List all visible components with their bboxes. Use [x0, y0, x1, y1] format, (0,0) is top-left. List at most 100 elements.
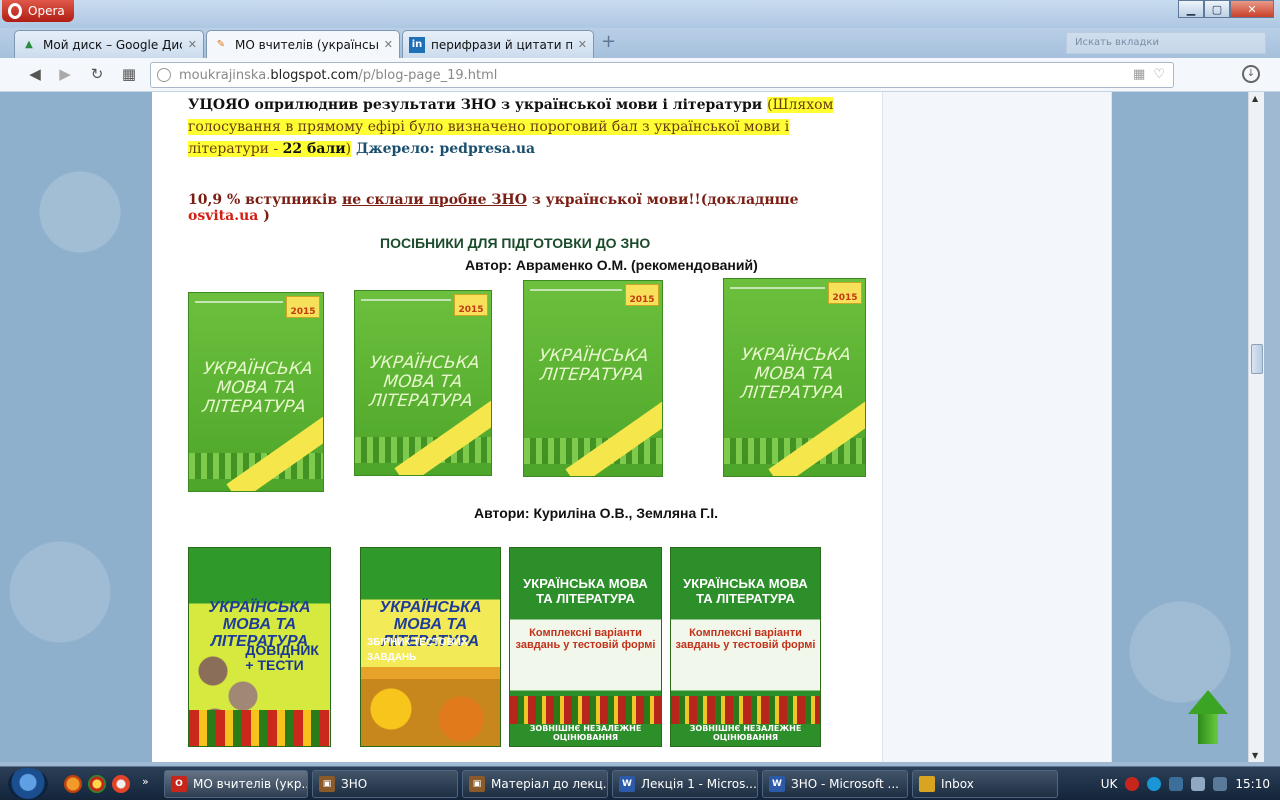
author-heading-1: Автор: Авраменко О.М. (рекомендований) [465, 257, 758, 273]
cover-stripe [565, 394, 662, 476]
cover-stripe [768, 394, 865, 476]
url-path: /p/blog-page_19.html [358, 67, 498, 83]
download-icon[interactable]: ↓ [1242, 65, 1260, 83]
year-badge: 2015 [454, 294, 488, 316]
up-arrow-shaft [1198, 714, 1218, 744]
tab-google-drive[interactable]: ▲ Мой диск – Google Диск ✕ [14, 30, 204, 58]
up-arrow-icon [1188, 690, 1228, 714]
book-subtitle: ЗБІРНИК ТЕСТОВИХ ЗАВДАНЬ [367, 637, 468, 664]
osvita-link[interactable]: osvita.ua [188, 208, 258, 224]
network-icon[interactable] [1169, 777, 1184, 791]
clock[interactable]: 15:10 [1235, 777, 1270, 791]
source-link[interactable]: pedpresa.ua [439, 141, 535, 157]
taskbar-item-label: МО вчителів (укр... [193, 777, 308, 791]
cover-ornament [189, 710, 330, 746]
quicklaunch-more-icon[interactable]: » [142, 775, 149, 788]
taskbar-item-inbox[interactable]: Inbox [912, 770, 1058, 798]
new-tab-button[interactable]: + [601, 33, 619, 52]
close-button[interactable]: ✕ [1230, 0, 1274, 18]
taskbar-item-lecture-word[interactable]: W Лекція 1 - Micros... [612, 770, 758, 798]
scroll-to-top-button[interactable] [1188, 690, 1228, 748]
tab-mo-teachers[interactable]: ✎ МО вчителів (українська, ✕ [206, 30, 400, 58]
speed-dial-icon[interactable]: ▦ [118, 65, 140, 85]
scroll-up-arrow-icon[interactable]: ▲ [1252, 94, 1258, 103]
address-actions: ▦ ♡ [1133, 67, 1165, 82]
announcement-paragraph: УЦОЯО оприлюднив результати ЗНО з україн… [188, 94, 848, 160]
book-cover-6[interactable]: УКРАЇНСЬКА МОВА ТА ЛІТЕРАТУРА ЗБІРНИК ТЕ… [360, 547, 501, 747]
volume-icon[interactable] [1191, 777, 1206, 791]
forward-button[interactable]: ▶ [54, 65, 76, 85]
system-tray: UK 15:10 [1091, 767, 1280, 800]
book-title: УКРАЇНСЬКА МОВА ТА ЛІТЕРАТУРА [201, 359, 314, 418]
reload-button[interactable]: ↻ [86, 65, 108, 85]
taskbar-item-zno-image[interactable]: ▣ ЗНО [312, 770, 458, 798]
firefox-icon[interactable] [64, 775, 82, 793]
taskbar-item-label: ЗНО [341, 777, 368, 791]
scroll-down-arrow-icon[interactable]: ▼ [1252, 751, 1258, 760]
back-button[interactable]: ◀ [24, 65, 46, 85]
cover-line [361, 299, 451, 301]
book-cover-4[interactable]: 2015 УКРАЇНСЬКА МОВА ТА ЛІТЕРАТУРА [723, 278, 866, 477]
cover-line [530, 289, 622, 291]
vertical-scrollbar[interactable]: ▲ ▼ [1248, 92, 1264, 762]
power-icon[interactable] [1213, 777, 1228, 791]
taskbar-item-label: ЗНО - Microsoft ... [791, 777, 899, 791]
book-cover-8[interactable]: УКРАЇНСЬКА МОВА ТА ЛІТЕРАТУРА Комплексні… [670, 547, 821, 747]
book-cover-7[interactable]: УКРАЇНСЬКА МОВА ТА ЛІТЕРАТУРА Комплексні… [509, 547, 662, 747]
taskbar-item-label: Лекція 1 - Micros... [641, 777, 757, 791]
address-bar[interactable]: moukrajinska. blogspot.com/p/blog-page_19… [150, 62, 1174, 88]
site-info-icon[interactable] [157, 68, 171, 82]
navigation-bar: ◀ ▶ ↻ ▦ moukrajinska. blogspot.com/p/blog… [0, 58, 1280, 92]
book-cover-1[interactable]: 2015 УКРАЇНСЬКА МОВА ТА ЛІТЕРАТУРА [188, 292, 324, 492]
book-cover-5[interactable]: УКРАЇНСЬКА МОВА ТА ЛІТЕРАТУРА ДОВІДНИК +… [188, 547, 331, 747]
taskbar-item-zno-word[interactable]: W ЗНО - Microsoft ... [762, 770, 908, 798]
book-footer: ЗОВНІШНЄ НЕЗАЛЕЖНЕ ОЦІНЮВАННЯ [529, 724, 642, 742]
results-underline: не склали пробне ЗНО [341, 192, 527, 208]
book-title: УКРАЇНСЬКА МОВА ТА ЛІТЕРАТУРА [683, 575, 808, 606]
cover-ornament [510, 696, 661, 724]
tab-linkedin[interactable]: in перифрази й цитати про ✕ [402, 30, 594, 58]
opera-menu-button[interactable]: Opera [2, 0, 74, 22]
language-indicator[interactable]: UK [1101, 777, 1118, 791]
tab-close-icon[interactable]: ✕ [578, 38, 587, 51]
results-paragraph: 10,9 % вступників не склали пробне ЗНО з… [188, 192, 868, 224]
opera-quicklaunch-icon[interactable] [112, 775, 130, 793]
maximize-button[interactable]: ▢ [1204, 0, 1230, 18]
word-icon: W [619, 776, 635, 792]
book-cover-3[interactable]: 2015 УКРАЇНСЬКА ЛІТЕРАТУРА [523, 280, 663, 477]
scrollbar-thumb[interactable] [1251, 344, 1263, 374]
window-controls: ▁ ▢ ✕ [1178, 0, 1274, 18]
skype-icon[interactable] [1147, 777, 1162, 791]
linkedin-icon: in [409, 36, 425, 53]
image-viewer-icon: ▣ [319, 776, 335, 792]
minimize-button[interactable]: ▁ [1178, 0, 1204, 18]
tab-search-input[interactable]: Искать вкладки [1066, 32, 1266, 54]
tab-label: МО вчителів (українська, [235, 37, 378, 52]
start-button[interactable] [8, 768, 48, 800]
year-badge: 2015 [625, 284, 659, 306]
opera-menu-label: Opera [28, 4, 65, 18]
announcement-text: УЦОЯО оприлюднив результати ЗНО з україн… [188, 97, 768, 113]
url-host: blogspot.com [270, 67, 359, 83]
google-drive-icon: ▲ [25, 39, 33, 50]
tab-close-icon[interactable]: ✕ [188, 38, 197, 51]
book-cover-2[interactable]: 2015 УКРАЇНСЬКА МОВА ТА ЛІТЕРАТУРА [354, 290, 492, 476]
chrome-icon[interactable] [88, 775, 106, 793]
source-label: Джерело: [351, 141, 440, 157]
harvest-illustration [361, 678, 500, 746]
year-badge: 2015 [286, 296, 320, 318]
cover-line [195, 301, 283, 303]
cover-line [730, 287, 825, 289]
tab-label: перифрази й цитати про [431, 37, 572, 52]
heart-icon[interactable]: ♡ [1153, 67, 1165, 82]
results-text-mid: з української мови!!(докладнше [526, 192, 799, 208]
cover-stripe [226, 409, 323, 491]
taskbar-item-opera[interactable]: O МО вчителів (укр... [164, 770, 308, 798]
section-title: ПОСІБНИКИ ДЛЯ ПІДГОТОВКИ ДО ЗНО [380, 235, 651, 251]
taskbar: » O МО вчителів (укр... ▣ ЗНО ▣ Матеріал… [0, 766, 1280, 800]
opera-tray-icon[interactable] [1125, 777, 1140, 791]
page-viewport: УЦОЯО оприлюднив результати ЗНО з україн… [0, 92, 1264, 762]
taskbar-item-lecture-material[interactable]: ▣ Матеріал до лекц... [462, 770, 608, 798]
grid-icon[interactable]: ▦ [1133, 67, 1145, 82]
tab-close-icon[interactable]: ✕ [384, 38, 393, 51]
